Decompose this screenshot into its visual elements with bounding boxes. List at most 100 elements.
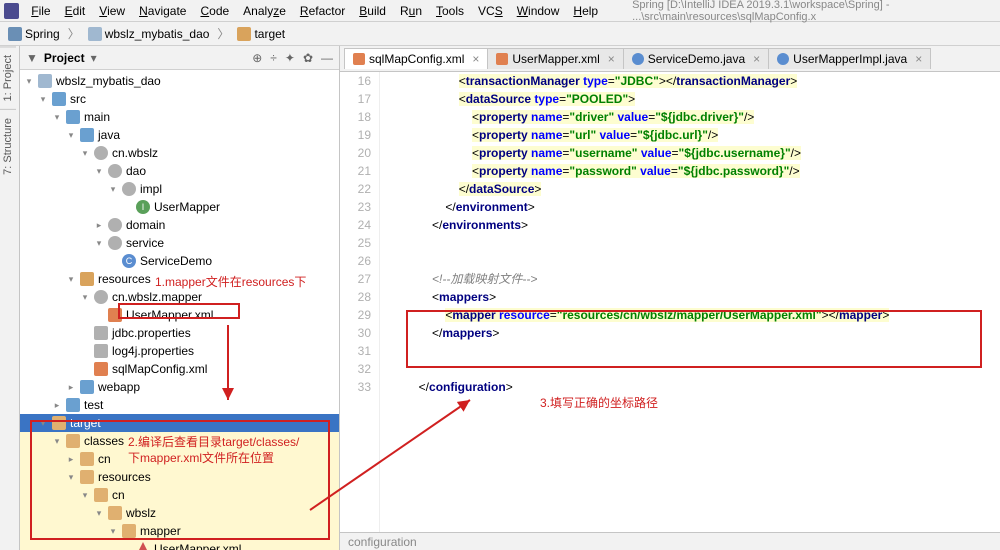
- menu-view[interactable]: View: [93, 2, 131, 20]
- tree-arrow-icon[interactable]: ▾: [108, 184, 118, 195]
- tree-arrow-icon[interactable]: ▾: [66, 472, 76, 483]
- tree-node[interactable]: ▸cn: [20, 450, 339, 468]
- chevron-down-icon[interactable]: ▼: [26, 51, 38, 65]
- tree-node[interactable]: ▾wbslz: [20, 504, 339, 522]
- code-line[interactable]: <property name="password" value="${jdbc.…: [392, 162, 1000, 180]
- menu-code[interactable]: Code: [194, 2, 235, 20]
- tree-node[interactable]: ▾resources: [20, 270, 339, 288]
- tree-arrow-icon[interactable]: ▸: [94, 220, 104, 231]
- close-icon[interactable]: ×: [753, 52, 760, 66]
- tree-node[interactable]: ▾cn: [20, 486, 339, 504]
- code-line[interactable]: <!--加载映射文件-->: [392, 270, 1000, 288]
- editor-tab[interactable]: UserMapperImpl.java×: [768, 48, 931, 69]
- close-icon[interactable]: ×: [472, 52, 479, 66]
- close-icon[interactable]: ×: [608, 52, 615, 66]
- tree-node[interactable]: UserMapper.xml: [20, 540, 339, 550]
- tree-node[interactable]: ▾src: [20, 90, 339, 108]
- code-content[interactable]: <transactionManager type="JDBC"></transa…: [380, 72, 1000, 550]
- code-line[interactable]: <property name="url" value="${jdbc.url}"…: [392, 126, 1000, 144]
- project-tree[interactable]: ▾wbslz_mybatis_dao▾src▾main▾java▾cn.wbsl…: [20, 70, 339, 550]
- toolbar-icon[interactable]: ⊕: [252, 51, 262, 65]
- tree-node[interactable]: ▾target: [20, 414, 339, 432]
- code-line[interactable]: <property name="driver" value="${jdbc.dr…: [392, 108, 1000, 126]
- tree-arrow-icon[interactable]: ▾: [80, 292, 90, 303]
- toolbar-icon[interactable]: ÷: [270, 51, 277, 65]
- dropdown-icon[interactable]: ▾: [91, 51, 97, 65]
- editor-tab[interactable]: sqlMapConfig.xml×: [344, 48, 488, 69]
- tree-arrow-icon[interactable]: ▾: [24, 76, 34, 87]
- tree-node[interactable]: jdbc.properties: [20, 324, 339, 342]
- close-icon[interactable]: ×: [915, 52, 922, 66]
- code-line[interactable]: [392, 234, 1000, 252]
- tree-node[interactable]: log4j.properties: [20, 342, 339, 360]
- code-line[interactable]: <mapper resource="resources/cn/wbslz/map…: [392, 306, 1000, 324]
- tree-node[interactable]: ▸domain: [20, 216, 339, 234]
- tree-node[interactable]: ▸webapp: [20, 378, 339, 396]
- code-line[interactable]: </mappers>: [392, 324, 1000, 342]
- editor-tab[interactable]: UserMapper.xml×: [487, 48, 623, 69]
- tree-arrow-icon[interactable]: ▾: [94, 508, 104, 519]
- tree-node[interactable]: sqlMapConfig.xml: [20, 360, 339, 378]
- menu-vcs[interactable]: VCS: [472, 2, 509, 20]
- toolbar-icon[interactable]: ✦: [285, 51, 295, 65]
- tree-arrow-icon[interactable]: ▾: [80, 148, 90, 159]
- tree-node[interactable]: UserMapper.xml: [20, 306, 339, 324]
- menu-tools[interactable]: Tools: [430, 2, 470, 20]
- tree-arrow-icon[interactable]: ▸: [66, 382, 76, 393]
- code-editor[interactable]: 161718192021222324252627282930313233 <tr…: [340, 72, 1000, 550]
- code-line[interactable]: <property name="username" value="${jdbc.…: [392, 144, 1000, 162]
- code-line[interactable]: <transactionManager type="JDBC"></transa…: [392, 72, 1000, 90]
- editor-tab[interactable]: ServiceDemo.java×: [623, 48, 769, 69]
- tree-arrow-icon[interactable]: ▾: [66, 130, 76, 141]
- tree-node[interactable]: CServiceDemo: [20, 252, 339, 270]
- tree-node[interactable]: ▾dao: [20, 162, 339, 180]
- tree-node[interactable]: IUserMapper: [20, 198, 339, 216]
- code-line[interactable]: [392, 342, 1000, 360]
- code-line[interactable]: </dataSource>: [392, 180, 1000, 198]
- menu-help[interactable]: Help: [567, 2, 604, 20]
- menu-file[interactable]: File: [25, 2, 56, 20]
- tree-node[interactable]: ▾impl: [20, 180, 339, 198]
- code-line[interactable]: <dataSource type="POOLED">: [392, 90, 1000, 108]
- tree-arrow-icon[interactable]: ▾: [38, 418, 48, 429]
- menu-window[interactable]: Window: [511, 2, 566, 20]
- tree-node[interactable]: ▾service: [20, 234, 339, 252]
- breadcrumb-item[interactable]: wbslz_mybatis_dao: [84, 26, 214, 42]
- menu-analyze[interactable]: Analyze: [237, 2, 292, 20]
- tree-arrow-icon[interactable]: ▾: [94, 238, 104, 249]
- menu-build[interactable]: Build: [353, 2, 392, 20]
- toolbar-icon[interactable]: ✿: [303, 51, 313, 65]
- tree-node[interactable]: ▸test: [20, 396, 339, 414]
- menu-edit[interactable]: Edit: [59, 2, 92, 20]
- tree-arrow-icon[interactable]: ▸: [66, 454, 76, 465]
- code-line[interactable]: <mappers>: [392, 288, 1000, 306]
- tree-arrow-icon[interactable]: ▾: [66, 274, 76, 285]
- tree-node[interactable]: ▾java: [20, 126, 339, 144]
- menu-run[interactable]: Run: [394, 2, 428, 20]
- code-line[interactable]: </environments>: [392, 216, 1000, 234]
- tree-arrow-icon[interactable]: ▾: [108, 526, 118, 537]
- tree-node[interactable]: ▾resources: [20, 468, 339, 486]
- code-line[interactable]: </configuration>: [392, 378, 1000, 396]
- tree-node[interactable]: ▾main: [20, 108, 339, 126]
- status-breadcrumb[interactable]: configuration: [348, 535, 417, 549]
- breadcrumb-item[interactable]: Spring: [4, 26, 64, 42]
- menu-refactor[interactable]: Refactor: [294, 2, 351, 20]
- tree-arrow-icon[interactable]: ▸: [52, 400, 62, 411]
- tree-node[interactable]: ▾cn.wbslz.mapper: [20, 288, 339, 306]
- tree-node[interactable]: ▾wbslz_mybatis_dao: [20, 72, 339, 90]
- breadcrumb-item[interactable]: target: [233, 26, 289, 42]
- tree-node[interactable]: ▾classes: [20, 432, 339, 450]
- tree-arrow-icon[interactable]: ▾: [52, 436, 62, 447]
- tree-arrow-icon[interactable]: ▾: [38, 94, 48, 105]
- tree-arrow-icon[interactable]: ▾: [80, 490, 90, 501]
- menu-navigate[interactable]: Navigate: [133, 2, 192, 20]
- code-line[interactable]: [392, 360, 1000, 378]
- toolbar-icon[interactable]: —: [321, 51, 333, 65]
- code-line[interactable]: [392, 252, 1000, 270]
- tree-node[interactable]: ▾mapper: [20, 522, 339, 540]
- tab-structure[interactable]: 7: Structure: [0, 109, 16, 183]
- tree-node[interactable]: ▾cn.wbslz: [20, 144, 339, 162]
- tree-arrow-icon[interactable]: ▾: [52, 112, 62, 123]
- code-line[interactable]: </environment>: [392, 198, 1000, 216]
